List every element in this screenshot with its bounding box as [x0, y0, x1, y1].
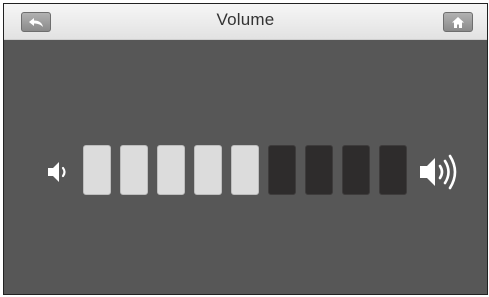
- volume-bar-8[interactable]: [342, 145, 370, 195]
- volume-bar-9[interactable]: [379, 145, 407, 195]
- volume-control: [4, 145, 487, 197]
- volume-down-button[interactable]: [46, 159, 72, 189]
- title-bar: Volume: [4, 4, 487, 40]
- home-button[interactable]: [443, 12, 473, 32]
- page-title: Volume: [216, 10, 275, 29]
- volume-up-button[interactable]: [418, 153, 460, 195]
- volume-bar-2[interactable]: [120, 145, 148, 195]
- volume-bar-6[interactable]: [268, 145, 296, 195]
- volume-bar-1[interactable]: [83, 145, 111, 195]
- volume-bar-4[interactable]: [194, 145, 222, 195]
- volume-level-bars: [83, 145, 407, 197]
- volume-bar-7[interactable]: [305, 145, 333, 195]
- volume-bar-3[interactable]: [157, 145, 185, 195]
- volume-screen: Volume: [3, 3, 488, 295]
- speaker-high-icon: [418, 154, 460, 195]
- speaker-low-icon: [46, 162, 72, 189]
- volume-bar-5[interactable]: [231, 145, 259, 195]
- home-icon: [451, 16, 465, 29]
